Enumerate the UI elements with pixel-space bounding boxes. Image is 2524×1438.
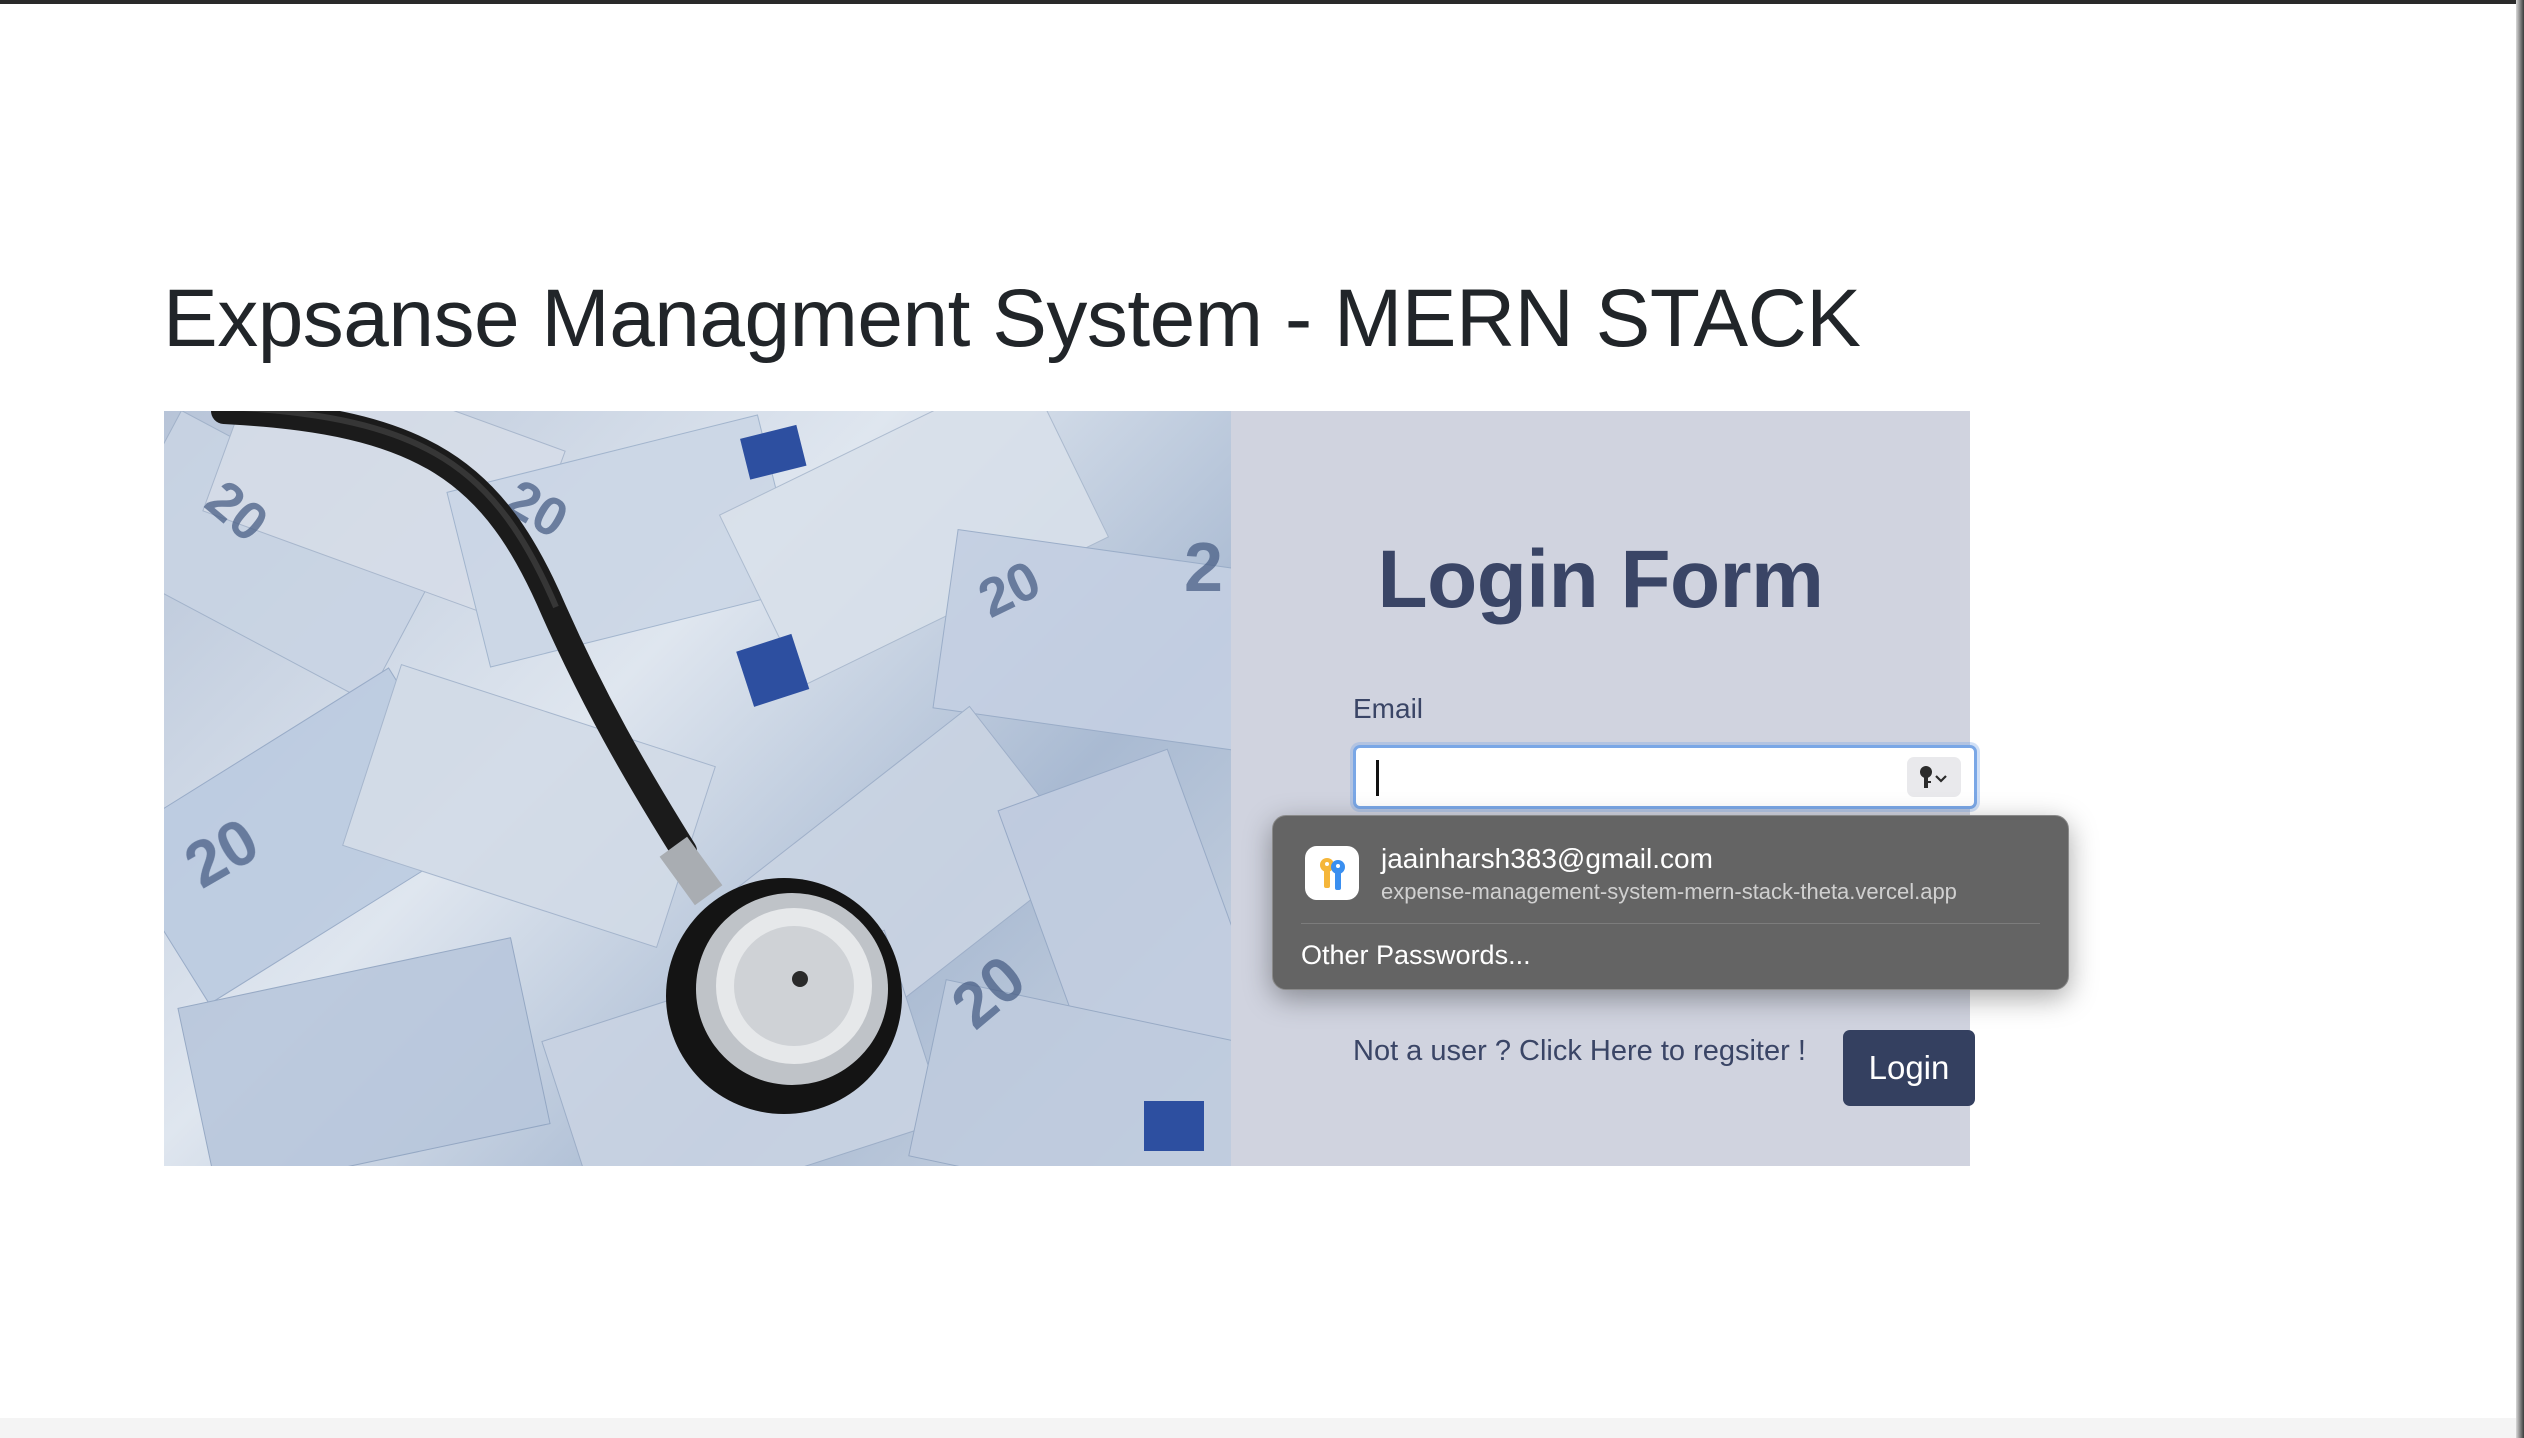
email-label: Email xyxy=(1353,693,1424,724)
other-passwords-item[interactable]: Other Passwords... xyxy=(1301,940,1531,971)
window-top-edge xyxy=(0,0,2524,4)
password-key-button[interactable] xyxy=(1907,757,1961,797)
key-chevron-icon xyxy=(1920,766,1947,788)
password-autofill-popup: jaainharsh383@gmail.com expense-manageme… xyxy=(1272,815,2069,990)
text-caret xyxy=(1376,760,1379,796)
autofill-email: jaainharsh383@gmail.com xyxy=(1381,843,1713,874)
email-input[interactable] xyxy=(1353,745,1977,809)
window-right-edge xyxy=(2516,0,2524,1438)
login-form-panel: Login Form Email Not a user ? Click Here… xyxy=(1231,411,1977,1166)
autofill-divider xyxy=(1301,923,2040,924)
login-card: 20 20 20 20 20 2 Login Form Email Not a … xyxy=(164,411,1977,1166)
passwords-key-icon xyxy=(1305,846,1359,900)
svg-text:2: 2 xyxy=(1184,528,1223,606)
register-link[interactable]: Not a user ? Click Here to regsiter ! xyxy=(1353,1035,1806,1068)
form-title: Login Form xyxy=(1377,534,1824,625)
autofill-site: expense-management-system-mern-stack-the… xyxy=(1381,879,1957,904)
photo-illustration: 20 20 20 20 20 2 xyxy=(164,411,1231,1166)
stethoscope-euro-photo: 20 20 20 20 20 2 xyxy=(164,411,1231,1166)
login-button[interactable]: Login xyxy=(1843,1030,1975,1106)
key-icon xyxy=(1320,858,1345,890)
window-bottom-strip xyxy=(0,1418,2516,1438)
autofill-suggestion[interactable]: jaainharsh383@gmail.com expense-manageme… xyxy=(1273,816,2068,926)
page-title: Expsanse Managment System - MERN STACK xyxy=(163,273,1861,364)
